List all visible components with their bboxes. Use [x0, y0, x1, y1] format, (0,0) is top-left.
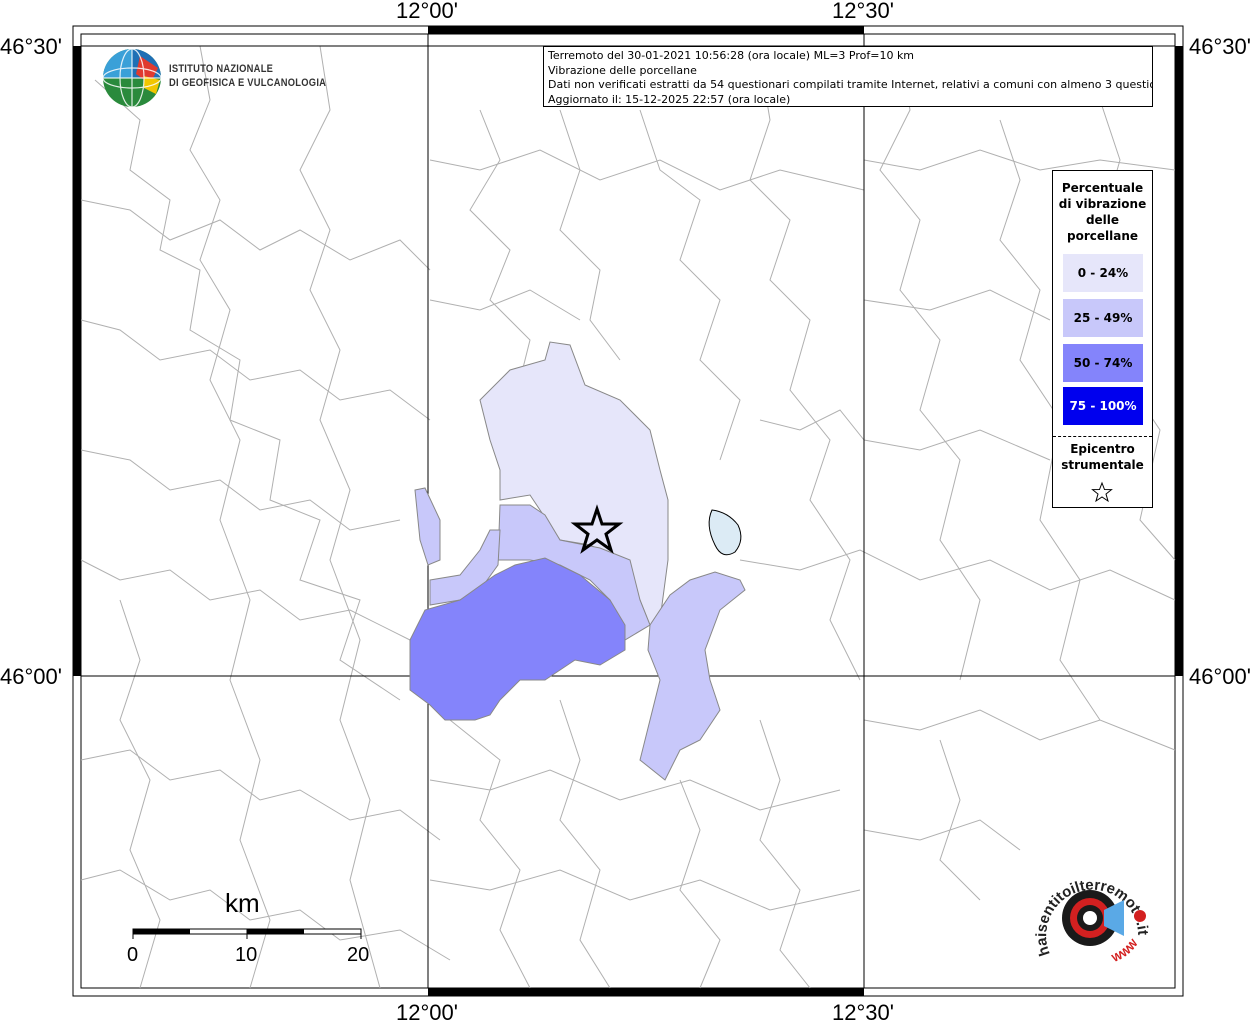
ingv-name-line2: DI GEOFISICA E VULCANOLOGIA	[169, 77, 327, 89]
right-label-46-30: 46°30'	[1189, 34, 1251, 59]
event-title: Terremoto del 30-01-2021 10:56:28 (ora l…	[548, 49, 915, 62]
legend-item-50-74: 50 - 74%	[1063, 344, 1143, 382]
legend-item-75-100: 75 - 100%	[1063, 387, 1143, 425]
frame-right-bar	[1175, 46, 1183, 676]
bottom-label-12-00: 12°00'	[396, 1000, 458, 1025]
epicenter-label: Epicentro strumentale	[1053, 441, 1152, 473]
frame-bottom-bar	[428, 988, 864, 996]
scale-bar	[132, 928, 362, 939]
ingv-name: ISTITUTO NAZIONALE DI GEOFISICA E VULCAN…	[169, 62, 326, 90]
right-label-46-00: 46°00'	[1189, 664, 1251, 689]
left-label-46-00: 46°00'	[0, 664, 62, 689]
top-label-12-30: 12°30'	[832, 0, 894, 23]
legend-item-25-49: 25 - 49%	[1063, 299, 1143, 337]
legend-title: Percentuale di vibrazione delle porcella…	[1053, 180, 1152, 244]
scale-tick-10: 10	[235, 944, 258, 966]
frame-top-bar	[428, 26, 864, 34]
ingv-name-line1: ISTITUTO NAZIONALE	[169, 63, 274, 75]
ingv-globe-icon	[102, 48, 162, 108]
legend: Percentuale di vibrazione delle porcella…	[1052, 170, 1153, 508]
legend-item-0-24: 0 - 24%	[1063, 254, 1143, 292]
legend-separator	[1053, 436, 1152, 437]
update-time: Aggiornato il: 15-12-2025 22:57 (ora loc…	[548, 92, 791, 106]
scale-tick-20: 20	[347, 944, 370, 966]
map-subject: Vibrazione delle porcellane	[548, 63, 697, 77]
epicenter-label-line: strumentale	[1061, 458, 1144, 472]
epicenter-label-line: Epicentro	[1070, 442, 1135, 456]
legend-title-line: Percentuale	[1061, 181, 1144, 195]
legend-title-line: di vibrazione	[1058, 197, 1147, 211]
top-label-12-00: 12°00'	[396, 0, 458, 23]
scale-unit: km	[225, 888, 260, 918]
scale-tick-0: 0	[127, 944, 139, 966]
star-outline-icon	[1091, 481, 1113, 503]
bottom-label-12-30: 12°30'	[832, 1000, 894, 1025]
event-info-box: Terremoto del 30-01-2021 10:56:28 (ora l…	[543, 46, 1153, 107]
left-label-46-30: 46°30'	[0, 34, 62, 59]
hst-target-icon: haisentitoilterremoto.it WWW.	[1030, 862, 1150, 965]
frame-left-bar	[73, 46, 81, 676]
data-note: Dati non verificati estratti da 54 quest…	[548, 78, 1153, 91]
legend-title-line: porcellane	[1066, 229, 1138, 243]
legend-title-line: delle	[1085, 213, 1120, 227]
